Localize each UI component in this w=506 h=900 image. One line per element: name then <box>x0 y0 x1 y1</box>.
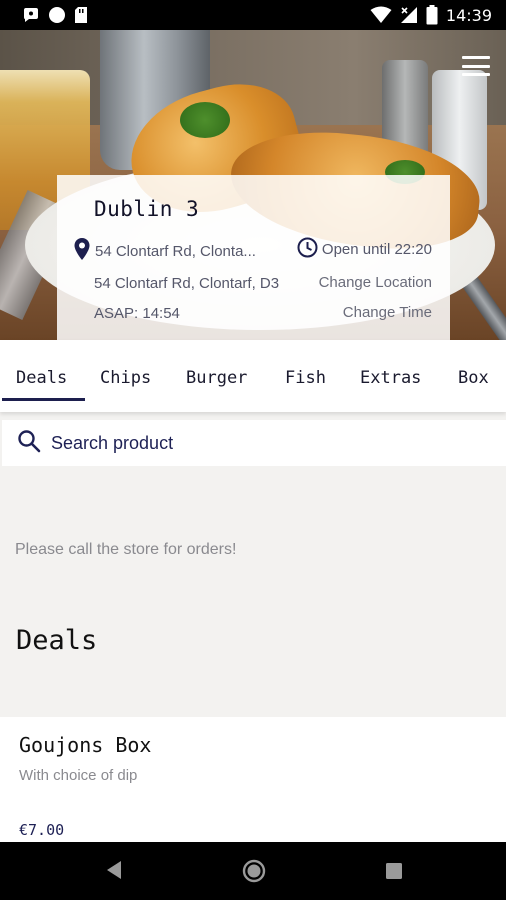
menu-icon[interactable] <box>460 53 492 79</box>
tab-chips[interactable]: Chips <box>100 368 151 388</box>
location-pin-icon <box>73 237 91 265</box>
search-input[interactable]: Search product <box>2 420 506 466</box>
product-price: €7.00 <box>19 821 65 839</box>
status-time: 14:39 <box>445 5 492 25</box>
search-placeholder: Search product <box>51 432 174 453</box>
product-description: With choice of dip <box>19 767 138 784</box>
store-notice: Please call the store for orders! <box>15 541 237 558</box>
recents-icon[interactable] <box>385 862 403 885</box>
store-address-row: 54 Clontarf Rd, Clonta... <box>73 237 256 265</box>
active-tab-indicator <box>2 398 85 401</box>
product-card[interactable]: Goujons Box With choice of dip €7.00 <box>0 717 506 842</box>
search-icon <box>17 429 41 458</box>
back-icon[interactable] <box>104 859 124 886</box>
battery-icon <box>426 5 438 25</box>
clock-icon <box>297 237 318 262</box>
status-system: 14:39 <box>370 5 492 25</box>
status-notifications <box>22 6 88 24</box>
sd-card-icon <box>74 6 88 24</box>
circle-icon <box>48 6 66 24</box>
tab-box[interactable]: Box <box>458 368 489 388</box>
store-info-card: Dublin 3 54 Clontarf Rd, Clonta... Open … <box>57 175 450 340</box>
product-name: Goujons Box <box>19 733 152 757</box>
signal-icon <box>400 6 418 24</box>
tab-deals[interactable]: Deals <box>16 368 67 388</box>
category-tabs: Deals Chips Burger Fish Extras Box <box>0 340 506 412</box>
store-hours: Open until 22:20 <box>321 241 432 258</box>
home-icon[interactable] <box>242 859 266 888</box>
tab-extras[interactable]: Extras <box>360 368 421 388</box>
change-location-link[interactable]: Change Location <box>319 274 432 291</box>
store-address-short: 54 Clontarf Rd, Clonta... <box>95 242 256 260</box>
store-name: Dublin 3 <box>94 197 200 221</box>
delivery-time: ASAP: 14:54 <box>94 305 180 322</box>
store-address-full: 54 Clontarf Rd, Clontarf, D3 <box>94 275 280 292</box>
wifi-icon <box>370 6 392 24</box>
tab-fish[interactable]: Fish <box>285 368 326 388</box>
navigation-bar <box>0 842 506 900</box>
change-time-link[interactable]: Change Time <box>343 304 432 321</box>
section-title: Deals <box>16 625 98 656</box>
message-icon <box>22 7 40 23</box>
store-hours-row: Open until 22:20 <box>297 237 432 262</box>
tab-burger[interactable]: Burger <box>186 368 247 388</box>
status-bar: 14:39 <box>0 0 506 30</box>
